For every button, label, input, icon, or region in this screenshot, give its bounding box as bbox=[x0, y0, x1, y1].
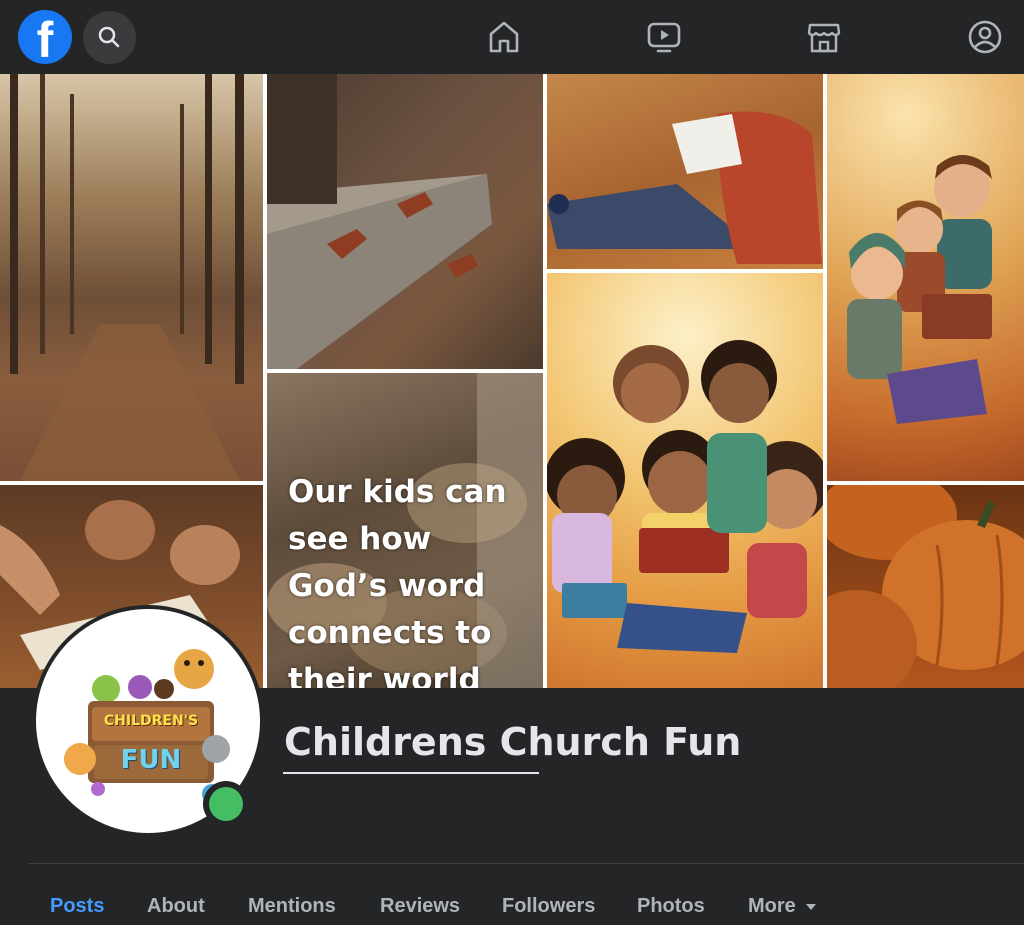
cover-pumpkins-image bbox=[827, 485, 1024, 688]
tab-followers[interactable]: Followers bbox=[502, 895, 595, 918]
online-status-indicator bbox=[209, 787, 243, 821]
facebook-logo[interactable]: f bbox=[18, 10, 72, 68]
cover-forest-path-image bbox=[0, 74, 263, 481]
tab-more[interactable]: More bbox=[748, 895, 816, 918]
cover-photo[interactable]: Our kids can see how God’s word connects… bbox=[0, 74, 1024, 688]
page-title-underline bbox=[283, 772, 539, 774]
cover-reading-girl-image bbox=[547, 74, 823, 269]
cover-quote-text: Our kids can see how God’s word connects… bbox=[288, 474, 507, 688]
profile-tabs: Posts About Mentions Reviews Followers P… bbox=[0, 885, 1024, 925]
cover-bench-image bbox=[267, 74, 543, 369]
tab-more-label: More bbox=[748, 895, 796, 917]
marketplace-icon[interactable] bbox=[806, 19, 842, 55]
chevron-down-icon bbox=[805, 903, 816, 910]
video-icon[interactable] bbox=[646, 19, 682, 55]
profile-divider bbox=[28, 863, 1024, 864]
search-icon bbox=[98, 26, 120, 48]
search-button[interactable] bbox=[83, 11, 136, 64]
avatar-logo-text-bottom: FUN bbox=[120, 745, 182, 775]
home-icon[interactable] bbox=[486, 19, 522, 55]
tab-mentions[interactable]: Mentions bbox=[248, 895, 336, 918]
facebook-logo-letter: f bbox=[36, 12, 54, 68]
page-title[interactable]: Childrens Church Fun bbox=[284, 720, 741, 764]
top-navigation-bar: f bbox=[0, 0, 1024, 74]
tab-reviews[interactable]: Reviews bbox=[380, 895, 460, 918]
avatar-logo-text-top: CHILDREN'S bbox=[103, 713, 199, 729]
tab-posts[interactable]: Posts bbox=[50, 895, 104, 918]
cover-illustrated-kids-reading-image bbox=[827, 74, 1024, 481]
cover-illustrated-kids-group-image bbox=[547, 273, 823, 688]
tab-photos[interactable]: Photos bbox=[637, 895, 705, 918]
account-icon[interactable] bbox=[967, 19, 1003, 55]
tab-about[interactable]: About bbox=[147, 895, 205, 918]
